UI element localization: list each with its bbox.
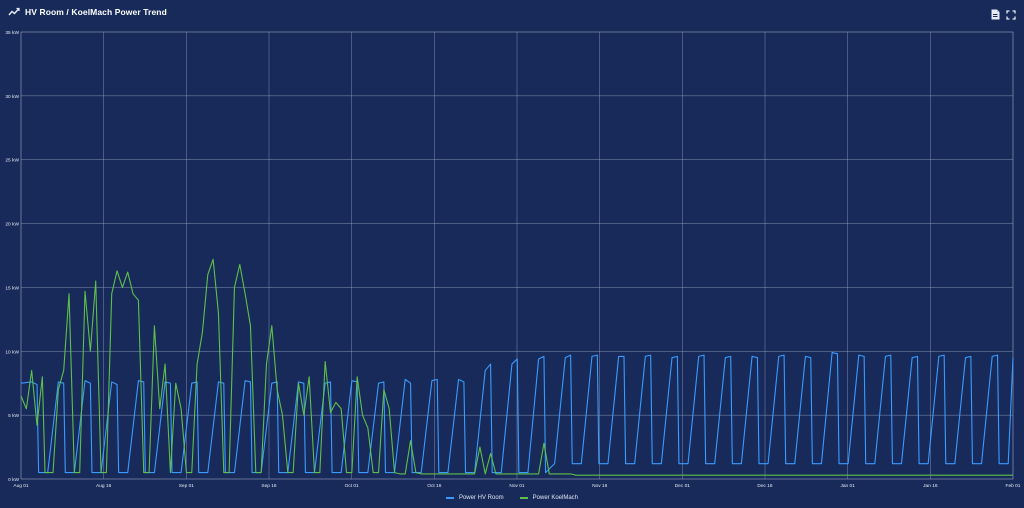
legend-label-koelmach: Power KoelMach xyxy=(532,495,579,501)
legend: Power HV Room Power KoelMach xyxy=(0,491,1024,505)
y-tick-label: 10 kW xyxy=(5,349,19,355)
line-chart: 0 kW 5 kW 10 kW 15 kW 20 kW 25 kW 30 kW 35 kW A… xyxy=(5,30,1020,489)
x-tick-label: Nov 01 xyxy=(509,483,525,489)
y-tick-label: 5 kW xyxy=(8,413,19,419)
legend-swatch-hv xyxy=(445,497,454,499)
x-axis-ticks: Aug 01 Aug 16 Sep 01 Sep 16 Oct 01 Oct 16 Nov … xyxy=(13,483,1020,489)
legend-item-koelmach[interactable]: Power KoelMach xyxy=(519,495,579,501)
grid xyxy=(20,31,1014,480)
x-tick-label: Sep 16 xyxy=(261,483,277,489)
x-tick-label: Feb 01 xyxy=(1006,483,1021,489)
legend-swatch-koelmach xyxy=(519,497,528,499)
x-tick-label: Aug 01 xyxy=(13,483,29,489)
y-tick-label: 35 kW xyxy=(5,30,19,36)
x-tick-label: Dec 01 xyxy=(675,483,691,489)
x-tick-label: Jan 16 xyxy=(923,483,938,489)
x-tick-label: Oct 16 xyxy=(427,483,441,489)
y-tick-label: 25 kW xyxy=(5,158,19,164)
y-tick-label: 30 kW xyxy=(5,94,19,100)
x-tick-label: Nov 16 xyxy=(592,483,608,489)
x-tick-label: Oct 01 xyxy=(345,483,359,489)
legend-item-hv[interactable]: Power HV Room xyxy=(445,495,504,501)
y-tick-label: 15 kW xyxy=(5,285,19,291)
x-tick-label: Jan 01 xyxy=(840,483,855,489)
x-tick-label: Sep 01 xyxy=(179,483,195,489)
y-axis-ticks: 0 kW 5 kW 10 kW 15 kW 20 kW 25 kW 30 kW 35 kW xyxy=(5,30,19,483)
y-tick-label: 20 kW xyxy=(5,222,19,228)
x-tick-label: Aug 16 xyxy=(96,483,112,489)
x-tick-label: Dec 16 xyxy=(757,483,773,489)
y-tick-label: 0 kW xyxy=(8,477,19,483)
legend-label-hv: Power HV Room xyxy=(458,495,504,501)
